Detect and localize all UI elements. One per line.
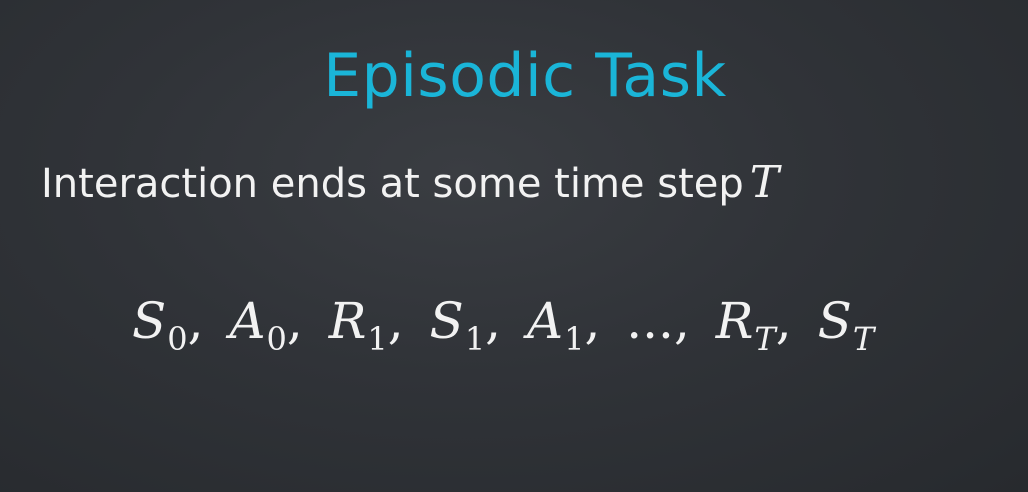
- term-a0: A0,: [229, 296, 312, 355]
- term-symbol: R: [715, 292, 754, 350]
- term-s0: S0,: [132, 296, 214, 355]
- term-rt: RT,: [716, 296, 802, 355]
- term-a1: A1,: [527, 296, 610, 355]
- term-separator: ,: [775, 292, 792, 350]
- term-subscript: 1: [464, 320, 486, 358]
- term-subscript: T: [754, 320, 776, 358]
- term-symbol: R: [328, 292, 367, 350]
- term-ellipsis: ...,: [626, 296, 700, 346]
- term-subscript: T: [852, 320, 875, 358]
- term-separator: ,: [187, 292, 204, 350]
- term-subscript: 1: [564, 320, 585, 358]
- time-step-variable: T: [749, 157, 780, 208]
- statement-text: Interaction ends at some time step: [41, 161, 744, 207]
- term-separator: ,: [673, 292, 690, 350]
- term-subscript: 0: [266, 320, 287, 358]
- term-symbol: S: [429, 292, 464, 350]
- term-symbol: S: [817, 292, 852, 350]
- term-symbol: A: [229, 292, 266, 350]
- term-s1: S1,: [430, 296, 512, 355]
- term-r1: R1,: [329, 296, 414, 355]
- term-separator: ,: [286, 292, 303, 350]
- term-separator: ,: [584, 292, 601, 350]
- statement-line: Interaction ends at some time step T: [41, 161, 779, 205]
- term-st: ST: [818, 296, 875, 355]
- term-symbol: S: [132, 292, 167, 350]
- term-subscript: 0: [167, 320, 188, 358]
- ellipsis: ...: [626, 292, 674, 350]
- trajectory-sequence: S0, A0, R1, S1, A1, ..., RT, ST: [132, 296, 875, 355]
- term-symbol: A: [526, 292, 564, 350]
- term-subscript: 1: [367, 320, 388, 358]
- term-separator: ,: [485, 292, 502, 350]
- term-separator: ,: [387, 292, 404, 350]
- slide-title: Episodic Task: [323, 41, 727, 111]
